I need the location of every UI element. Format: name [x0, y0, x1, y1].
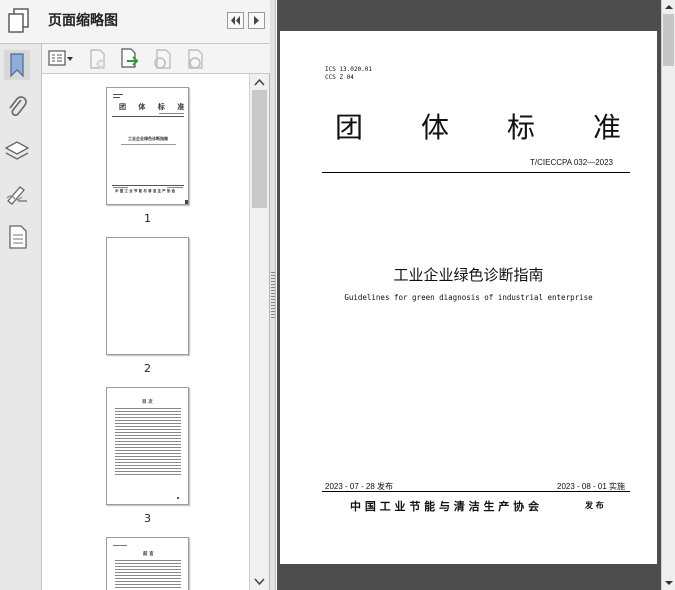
publisher-suffix: 发 布 — [585, 501, 604, 510]
standard-type-char: 团 — [335, 111, 364, 144]
navigation-rail — [0, 0, 42, 590]
chevron-right-icon — [254, 16, 259, 25]
thumbnail-number: 3 — [144, 512, 151, 525]
thumbnail-heading: 前 言 — [143, 552, 154, 557]
standard-type-char: 体 — [421, 111, 450, 144]
panel-splitter[interactable] — [270, 0, 276, 590]
signature-icon[interactable] — [4, 179, 30, 209]
title-cn: 工业企业绿色诊断指南 — [393, 266, 544, 284]
redo-page-icon[interactable] — [182, 47, 206, 71]
document-view[interactable]: ICS 13.020.01 CCS Z 04 团 体 标 准 T/CIECCPA… — [277, 0, 661, 590]
thumbnail-footer: 中 国 工 业 节 能 与 清 洁 生 产 协 会 — [115, 189, 176, 193]
thumbnail-options-icon[interactable] — [47, 47, 75, 71]
title-en: Guidelines for green diagnosis of indust… — [344, 293, 593, 302]
standard-code: T/CIECCPA 032—2023 — [530, 158, 614, 167]
scroll-down-icon[interactable] — [662, 577, 675, 589]
publisher: 中 国 工 业 节 能 与 清 洁 生 产 协 会 — [350, 500, 539, 513]
bookmark-icon[interactable] — [4, 50, 30, 80]
expand-panel-button[interactable] — [248, 12, 265, 29]
ccs-code: CCS Z 04 — [325, 74, 354, 81]
document-page: ICS 13.020.01 CCS Z 04 团 体 标 准 T/CIECCPA… — [280, 31, 657, 564]
splitter-grip[interactable] — [271, 272, 275, 320]
insert-page-icon[interactable] — [118, 47, 142, 71]
thumbnail-subtitle: 工业企业绿色诊断指南 — [128, 136, 168, 141]
thumbnail-page-1[interactable]: 团 体 标 准 工业企业绿色诊断指南 中 国 工 业 节 能 与 清 洁 生 产… — [106, 87, 189, 205]
standard-type-char: 标 — [507, 111, 536, 144]
thumbnail-page-3[interactable]: 目 次 — [106, 387, 189, 505]
document-icon[interactable] — [4, 222, 30, 252]
attachment-icon[interactable] — [4, 93, 30, 123]
scrollbar-thumb[interactable] — [663, 14, 674, 66]
thumbnail-scrollbar[interactable] — [250, 74, 269, 590]
scroll-down-icon[interactable] — [250, 573, 269, 590]
document-scrollbar[interactable] — [661, 0, 675, 590]
thumbnail-number: 1 — [144, 212, 151, 225]
header-rule — [322, 172, 630, 173]
thumbnail-number: 2 — [144, 362, 151, 375]
undo-page-icon[interactable] — [150, 47, 174, 71]
layers-icon[interactable] — [4, 136, 30, 166]
delete-page-icon[interactable] — [86, 47, 110, 71]
standard-type-char: 准 — [593, 111, 622, 144]
thumbnail-page-4[interactable]: 前 言 — [106, 537, 189, 590]
panel-header: 页面缩略图 — [42, 0, 270, 44]
footer-rule — [322, 491, 630, 492]
thumbnail-panel: 页面缩略图 团 体 标 准 工业企业绿色诊断指南 中 国 工 业 节 能 与 清… — [42, 0, 270, 590]
thumbnail-title: 团 体 标 准 — [119, 103, 189, 111]
thumbnail-page-2[interactable] — [106, 237, 189, 355]
ics-code: ICS 13.020.01 — [325, 66, 372, 73]
scrollbar-thumb[interactable] — [252, 90, 267, 208]
panel-title: 页面缩略图 — [48, 13, 118, 29]
pages-icon[interactable] — [6, 6, 32, 36]
scroll-up-icon[interactable] — [250, 74, 269, 91]
thumbnail-list: 团 体 标 准 工业企业绿色诊断指南 中 国 工 业 节 能 与 清 洁 生 产… — [42, 74, 250, 590]
double-chevron-left-icon — [231, 16, 240, 25]
thumbnail-heading: 目 次 — [142, 400, 153, 405]
scroll-up-icon[interactable] — [662, 1, 675, 13]
thumbnail-toolbar — [42, 44, 270, 74]
collapse-panel-button[interactable] — [227, 12, 244, 29]
rail-header — [0, 0, 42, 44]
